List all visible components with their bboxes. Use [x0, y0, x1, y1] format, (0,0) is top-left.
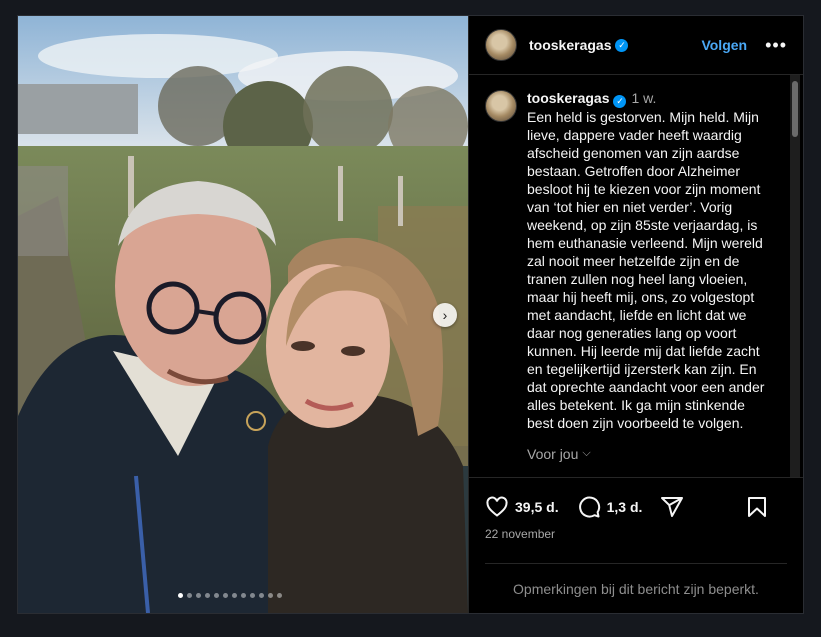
caption-scrollbar[interactable] [790, 75, 800, 477]
voor-jou-label: Voor jou [527, 445, 579, 462]
carousel-dot [205, 593, 210, 598]
comments-limited-notice: Opmerkingen bij dit bericht zijn beperkt… [485, 563, 787, 613]
caption-text: Een held is gestorven. Mijn held. Mijn l… [527, 108, 765, 431]
carousel-dot [259, 593, 264, 598]
avatar[interactable] [485, 29, 517, 61]
next-photo-button[interactable]: › [433, 303, 457, 327]
carousel-dot [178, 593, 183, 598]
carousel-dot [187, 593, 192, 598]
post-time[interactable]: 1 w. [631, 90, 656, 106]
username-link[interactable]: tooskeragas [529, 37, 611, 53]
carousel-dot [277, 593, 282, 598]
more-options-icon[interactable]: ••• [765, 35, 787, 56]
save-action[interactable] [745, 495, 769, 519]
carousel-dot [196, 593, 201, 598]
carousel-dot [268, 593, 273, 598]
bookmark-icon[interactable] [745, 495, 769, 519]
carousel-dot [223, 593, 228, 598]
comment-count[interactable]: 1,3 d. [607, 499, 643, 515]
selfie-photo-image [18, 16, 468, 613]
caption-header: tooskeragas ✓ 1 w. [527, 89, 779, 108]
chevron-down-icon: ⌵ [582, 447, 591, 459]
chevron-right-icon: › [442, 307, 448, 323]
carousel-dot [214, 593, 219, 598]
caption-body: tooskeragas ✓ 1 w. Een held is gestorven. … [527, 89, 779, 464]
verified-badge-icon: ✓ [613, 94, 627, 108]
heart-icon[interactable] [485, 495, 509, 519]
scrollbar-thumb[interactable] [792, 81, 798, 137]
verified-badge-icon: ✓ [615, 38, 629, 52]
post-photo[interactable]: › [18, 16, 468, 613]
carousel-dot [250, 593, 255, 598]
post-modal: › tooskeragas ✓ Volgen ••• tooskeragas ✓ 1… [17, 15, 804, 614]
caption-avatar[interactable] [485, 90, 517, 122]
carousel-dot [241, 593, 246, 598]
share-icon[interactable] [660, 495, 684, 519]
follow-button[interactable]: Volgen [701, 37, 747, 53]
post-sidebar: tooskeragas ✓ Volgen ••• tooskeragas ✓ 1 w… [468, 16, 803, 613]
caption-row: tooskeragas ✓ 1 w. Een held is gestorven. … [485, 89, 779, 464]
like-action[interactable]: 39,5 d. [485, 495, 559, 519]
caption-username-link[interactable]: tooskeragas [527, 90, 609, 106]
carousel-dots [178, 593, 282, 598]
voor-jou-button[interactable]: Voor jou ⌵ [527, 446, 591, 462]
carousel-dot [232, 593, 237, 598]
comment-icon[interactable] [577, 495, 601, 519]
caption-area: tooskeragas ✓ 1 w. Een held is gestorven. … [469, 75, 803, 477]
post-header: tooskeragas ✓ Volgen ••• [469, 16, 803, 75]
post-date[interactable]: 22 november [469, 527, 803, 555]
share-action[interactable] [660, 495, 684, 519]
comment-action[interactable]: 1,3 d. [577, 495, 643, 519]
like-count[interactable]: 39,5 d. [515, 499, 559, 515]
